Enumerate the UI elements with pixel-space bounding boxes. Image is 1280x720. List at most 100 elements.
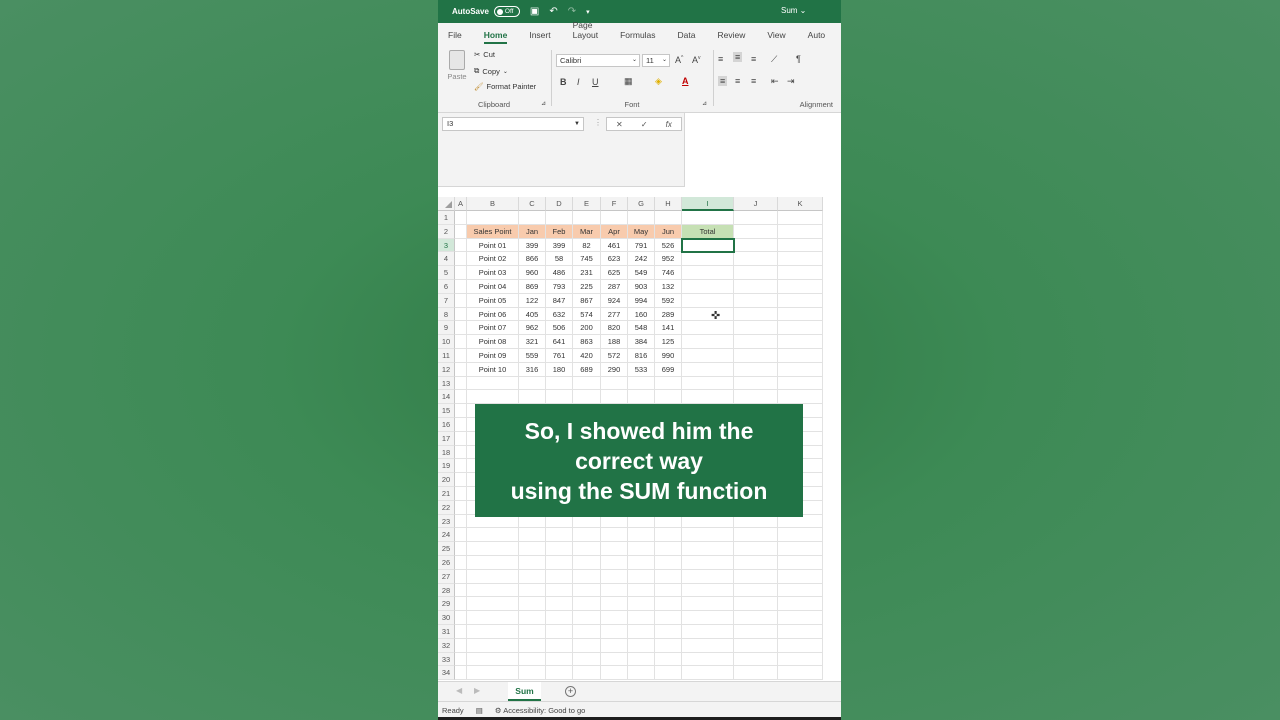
cell-b28[interactable] bbox=[467, 583, 519, 598]
sheet-tab-sum[interactable]: Sum bbox=[508, 682, 541, 701]
row-header[interactable]: 3 bbox=[438, 238, 455, 253]
table-cell[interactable]: 689 bbox=[573, 362, 601, 377]
row-header[interactable]: 19 bbox=[438, 459, 455, 474]
cell-a31[interactable] bbox=[455, 625, 467, 639]
cell-a18[interactable] bbox=[455, 445, 467, 460]
font-name-select[interactable]: Calibri ⌄ bbox=[556, 54, 640, 67]
cell-i34[interactable] bbox=[682, 666, 734, 681]
cell-a7[interactable] bbox=[455, 293, 467, 308]
cell-h26[interactable] bbox=[655, 556, 682, 570]
row-header[interactable]: 30 bbox=[438, 611, 455, 625]
cell-a24[interactable] bbox=[455, 528, 467, 543]
cell-j27[interactable] bbox=[734, 569, 778, 584]
cell-b25[interactable] bbox=[467, 542, 519, 556]
header-cell-total[interactable]: Total bbox=[682, 224, 734, 239]
header-cell[interactable]: Jan bbox=[519, 224, 546, 239]
cell-j6[interactable] bbox=[734, 280, 778, 294]
cell-j7[interactable] bbox=[734, 293, 778, 308]
table-cell[interactable]: Point 02 bbox=[467, 252, 519, 267]
table-cell[interactable]: 506 bbox=[546, 321, 573, 336]
table-cell[interactable]: 399 bbox=[519, 238, 546, 253]
cell-k2[interactable] bbox=[778, 224, 823, 239]
cell-a14[interactable] bbox=[455, 390, 467, 405]
cell-k34[interactable] bbox=[778, 666, 823, 681]
redo-icon[interactable]: ↷ bbox=[568, 6, 576, 17]
row-header[interactable]: 22 bbox=[438, 500, 455, 515]
row-header[interactable]: 27 bbox=[438, 569, 455, 584]
cell-h31[interactable] bbox=[655, 625, 682, 639]
column-header-f[interactable]: F bbox=[601, 197, 628, 211]
row-header[interactable]: 16 bbox=[438, 418, 455, 432]
row-header[interactable]: 20 bbox=[438, 473, 455, 487]
row-header[interactable]: 14 bbox=[438, 390, 455, 405]
table-cell[interactable]: 625 bbox=[601, 266, 628, 280]
cell-k31[interactable] bbox=[778, 625, 823, 639]
table-cell[interactable]: 242 bbox=[628, 252, 655, 267]
table-cell[interactable]: 745 bbox=[573, 252, 601, 267]
tab-view[interactable]: View bbox=[767, 30, 785, 44]
table-cell[interactable]: Point 10 bbox=[467, 362, 519, 377]
active-cell[interactable] bbox=[681, 237, 735, 254]
cell-h25[interactable] bbox=[655, 542, 682, 556]
cell-g31[interactable] bbox=[628, 625, 655, 639]
font-size-select[interactable]: 11 ⌄ bbox=[642, 54, 670, 67]
cell-k11[interactable] bbox=[778, 349, 823, 363]
row-header[interactable]: 31 bbox=[438, 625, 455, 639]
table-cell[interactable]: 188 bbox=[601, 335, 628, 349]
cell-h34[interactable] bbox=[655, 666, 682, 681]
align-right-icon[interactable]: ≡ bbox=[751, 76, 756, 86]
row-header[interactable]: 9 bbox=[438, 321, 455, 336]
cell-j29[interactable] bbox=[734, 597, 778, 612]
cell-i27[interactable] bbox=[682, 569, 734, 584]
cell-a32[interactable] bbox=[455, 638, 467, 653]
table-cell[interactable]: 526 bbox=[655, 238, 682, 253]
cell-h29[interactable] bbox=[655, 597, 682, 612]
save-icon[interactable]: ▣ bbox=[530, 6, 539, 17]
cell-i4[interactable] bbox=[682, 252, 734, 267]
cell-f13[interactable] bbox=[601, 376, 628, 391]
header-cell[interactable]: May bbox=[628, 224, 655, 239]
undo-icon[interactable]: ↶ bbox=[549, 6, 557, 17]
wrap-text-icon[interactable]: ¶ bbox=[796, 54, 801, 64]
align-center-icon[interactable]: ≡ bbox=[735, 76, 740, 86]
table-cell[interactable]: 924 bbox=[601, 293, 628, 308]
format-painter-button[interactable]: 🖌 Format Painter bbox=[474, 82, 536, 91]
row-header[interactable]: 12 bbox=[438, 362, 455, 377]
cell-h32[interactable] bbox=[655, 638, 682, 653]
cell-k5[interactable] bbox=[778, 266, 823, 280]
row-header[interactable]: 25 bbox=[438, 542, 455, 556]
cell-k14[interactable] bbox=[778, 390, 823, 405]
cell-j3[interactable] bbox=[734, 238, 778, 253]
cell-g29[interactable] bbox=[628, 597, 655, 612]
customize-icon[interactable]: ▾ bbox=[586, 8, 590, 16]
cell-i5[interactable] bbox=[682, 266, 734, 280]
orientation-icon[interactable]: ⟋ bbox=[771, 54, 777, 65]
cell-i10[interactable] bbox=[682, 335, 734, 349]
cell-a8[interactable] bbox=[455, 307, 467, 322]
cell-i30[interactable] bbox=[682, 611, 734, 625]
cell-j8[interactable] bbox=[734, 307, 778, 322]
cell-k25[interactable] bbox=[778, 542, 823, 556]
cell-e33[interactable] bbox=[573, 652, 601, 667]
tab-file[interactable]: File bbox=[448, 30, 462, 44]
cell-j1[interactable] bbox=[734, 211, 778, 225]
table-cell[interactable]: 863 bbox=[573, 335, 601, 349]
row-header[interactable]: 15 bbox=[438, 404, 455, 418]
cell-b31[interactable] bbox=[467, 625, 519, 639]
header-cell[interactable]: Sales Point bbox=[467, 224, 519, 239]
table-cell[interactable]: 122 bbox=[519, 293, 546, 308]
table-cell[interactable]: Point 04 bbox=[467, 280, 519, 294]
row-header[interactable]: 8 bbox=[438, 307, 455, 322]
tab-insert[interactable]: Insert bbox=[529, 30, 550, 44]
cell-a34[interactable] bbox=[455, 666, 467, 681]
dialog-launcher-icon[interactable]: ⊿ bbox=[541, 100, 546, 107]
cell-a15[interactable] bbox=[455, 404, 467, 418]
borders-icon[interactable]: ▦ bbox=[624, 76, 633, 87]
cell-a6[interactable] bbox=[455, 280, 467, 294]
cell-a13[interactable] bbox=[455, 376, 467, 391]
cell-a30[interactable] bbox=[455, 611, 467, 625]
cell-k3[interactable] bbox=[778, 238, 823, 253]
cell-k33[interactable] bbox=[778, 652, 823, 667]
cell-j11[interactable] bbox=[734, 349, 778, 363]
cell-d26[interactable] bbox=[546, 556, 573, 570]
